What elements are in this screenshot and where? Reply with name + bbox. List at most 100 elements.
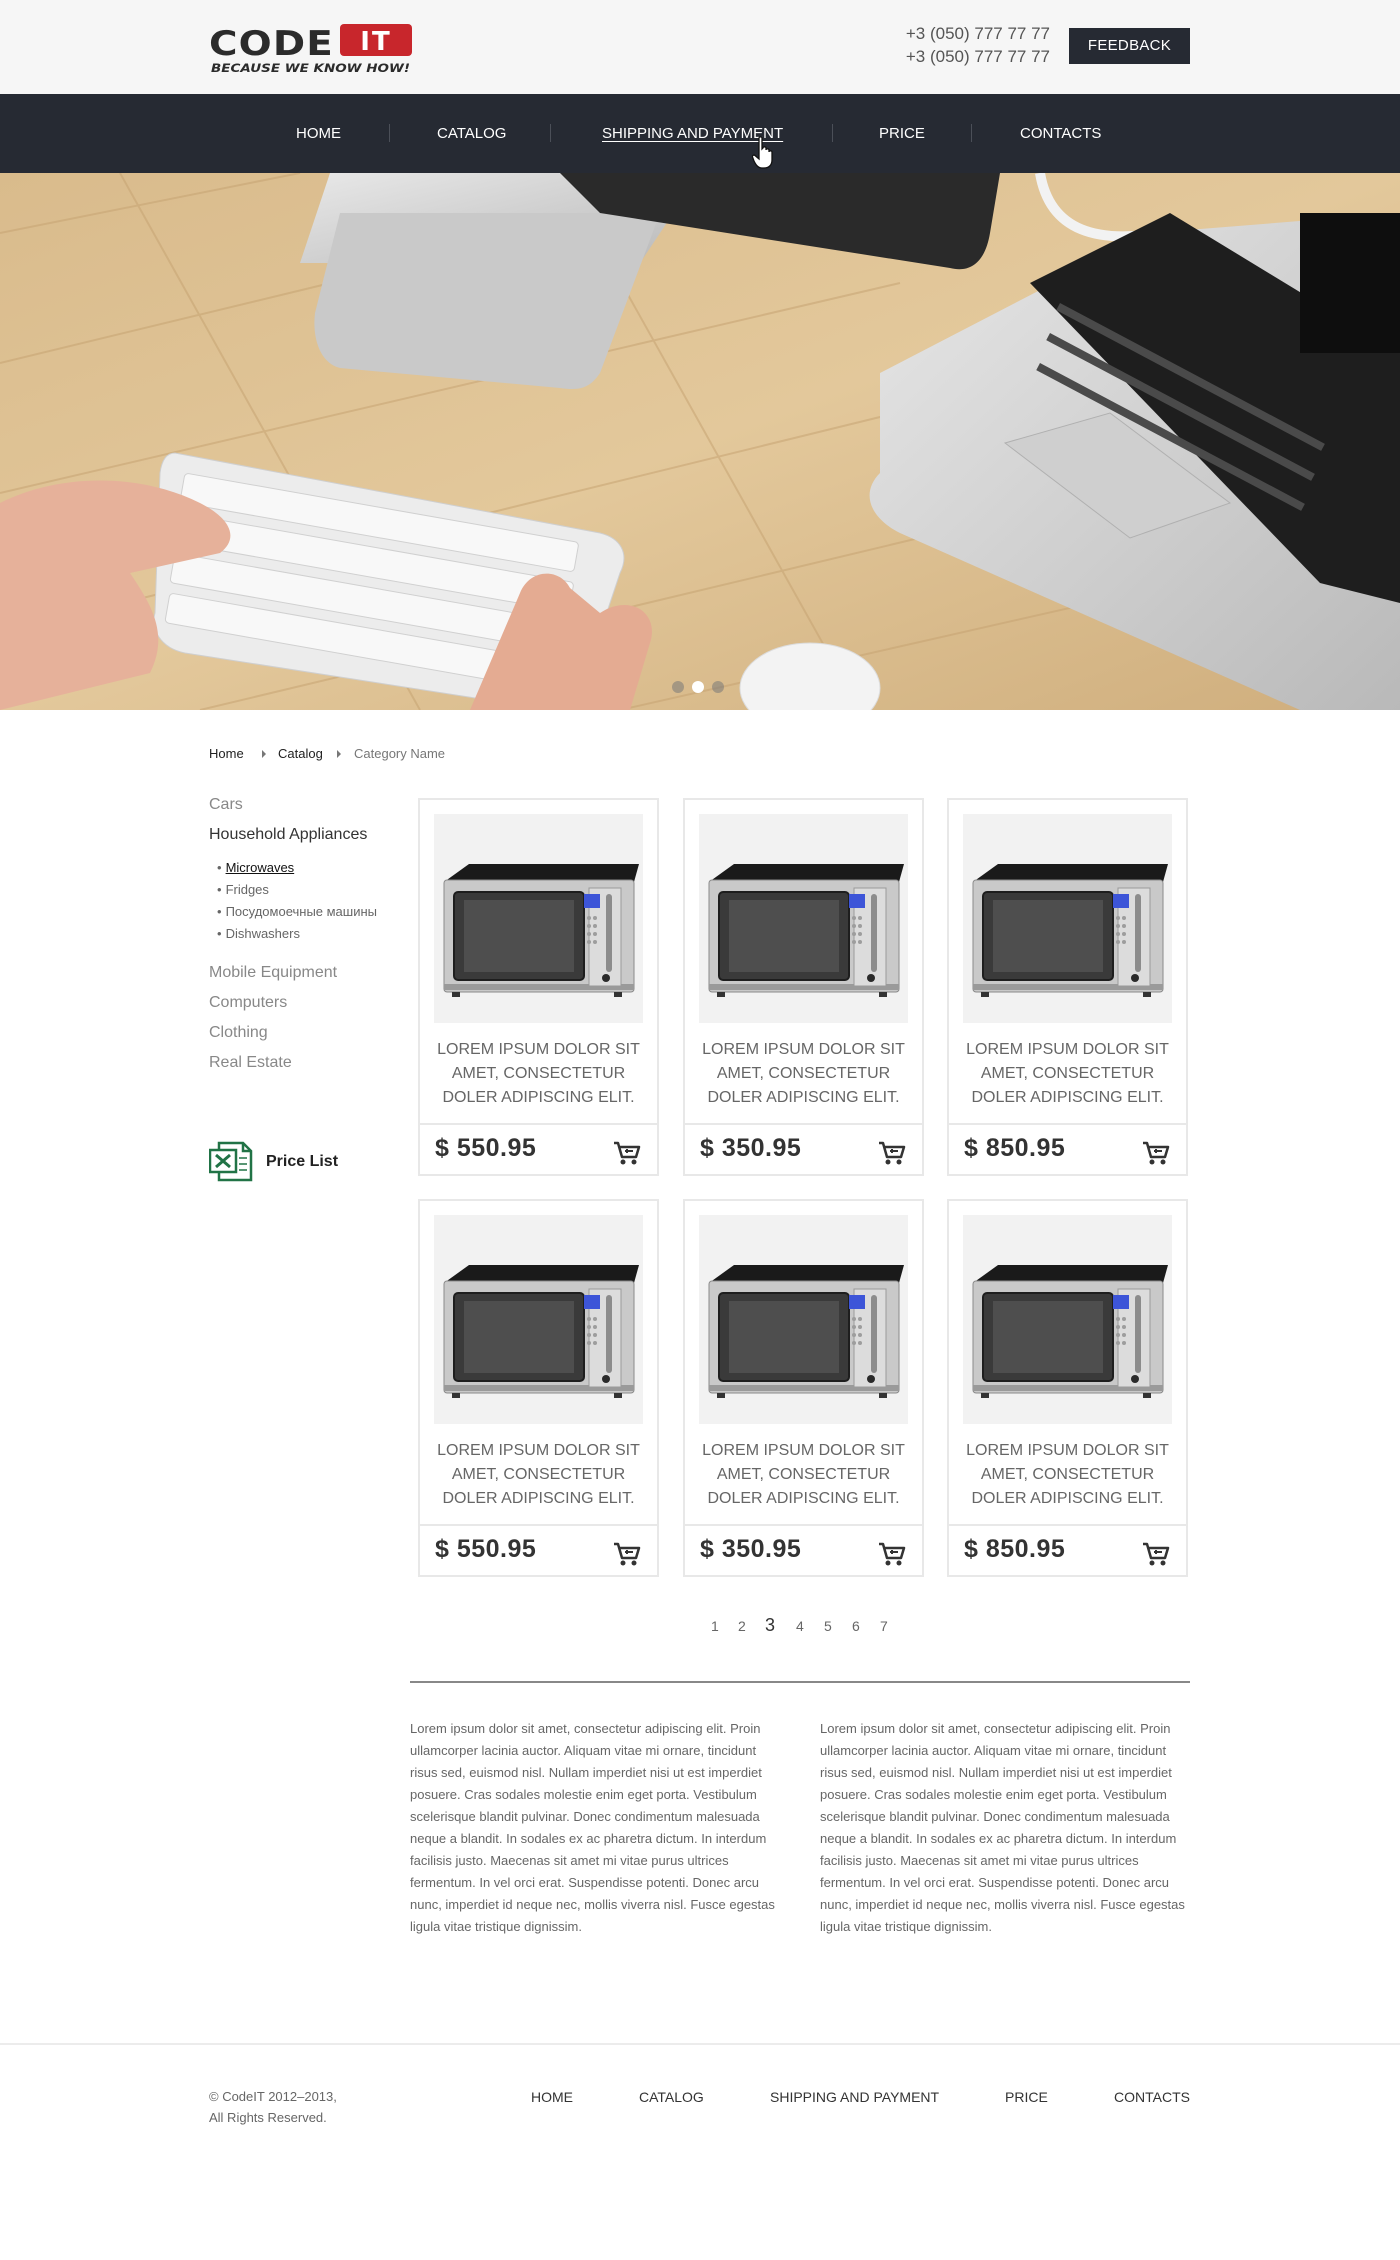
sidebar-item-clothing[interactable]: Clothing bbox=[209, 1024, 268, 1042]
subitem-label: Dishwashers bbox=[225, 926, 300, 941]
footer-nav-shipping-and-payment[interactable]: SHIPPING AND PAYMENT bbox=[770, 2089, 939, 2105]
product-image[interactable] bbox=[434, 814, 643, 1023]
add-to-cart-icon[interactable] bbox=[1142, 1140, 1170, 1166]
card-divider bbox=[685, 1524, 922, 1526]
product-card[interactable]: LOREM IPSUM DOLOR SIT AMET, CONSECTETUR … bbox=[683, 1199, 924, 1577]
product-card[interactable]: LOREM IPSUM DOLOR SIT AMET, CONSECTETUR … bbox=[947, 798, 1188, 1176]
product-card[interactable]: LOREM IPSUM DOLOR SIT AMET, CONSECTETUR … bbox=[683, 798, 924, 1176]
sidebar-subitem-dishwashing-machines[interactable]: • Посудомоечные машины bbox=[217, 904, 377, 919]
sidebar-item-computers[interactable]: Computers bbox=[209, 994, 287, 1012]
product-title[interactable]: LOREM IPSUM DOLOR SIT AMET, CONSECTETUR … bbox=[428, 1439, 649, 1511]
product-price: $ 850.95 bbox=[964, 1134, 1066, 1162]
slider-dot[interactable] bbox=[712, 681, 724, 693]
slider-dot[interactable] bbox=[672, 681, 684, 693]
add-to-cart-icon[interactable] bbox=[613, 1140, 641, 1166]
product-title[interactable]: LOREM IPSUM DOLOR SIT AMET, CONSECTETUR … bbox=[957, 1439, 1178, 1511]
logo[interactable]: CODE IT BECAUSE WE KNOW HOW! bbox=[209, 24, 414, 76]
subitem-label: Fridges bbox=[225, 882, 269, 897]
description-left: Lorem ipsum dolor sit amet, consectetur … bbox=[410, 1721, 775, 1934]
nav-divider bbox=[550, 124, 551, 142]
product-image[interactable] bbox=[963, 1215, 1172, 1424]
nav-item-contacts[interactable]: CONTACTS bbox=[1020, 94, 1101, 173]
page-link[interactable]: 7 bbox=[880, 1618, 888, 1634]
price-list-link[interactable]: Price List bbox=[209, 1140, 369, 1184]
description-right: Lorem ipsum dolor sit amet, consectetur … bbox=[820, 1721, 1185, 1934]
price-list-label: Price List bbox=[266, 1153, 339, 1170]
logo-tagline: BECAUSE WE KNOW HOW! bbox=[211, 61, 410, 75]
excel-file-icon bbox=[209, 1141, 253, 1182]
sidebar-subitem-microwaves[interactable]: • Microwaves bbox=[217, 860, 294, 875]
section-divider bbox=[410, 1681, 1190, 1683]
product-image[interactable] bbox=[434, 1215, 643, 1424]
logo-badge-text: IT bbox=[360, 27, 391, 57]
phone-number[interactable]: +3 (050) 777 77 77 bbox=[880, 45, 1050, 68]
hand-pointer-icon bbox=[752, 136, 773, 169]
page-link[interactable]: 4 bbox=[796, 1618, 804, 1634]
product-title[interactable]: LOREM IPSUM DOLOR SIT AMET, CONSECTETUR … bbox=[957, 1038, 1178, 1110]
sidebar-subitem-fridges[interactable]: • Fridges bbox=[217, 882, 269, 897]
add-to-cart-icon[interactable] bbox=[613, 1541, 641, 1567]
product-title[interactable]: LOREM IPSUM DOLOR SIT AMET, CONSECTETUR … bbox=[693, 1439, 914, 1511]
hero-slider[interactable] bbox=[0, 173, 1400, 710]
nav-divider bbox=[832, 124, 833, 142]
copyright-line: © CodeIT 2012–2013, bbox=[209, 2089, 337, 2104]
sidebar-item-cars[interactable]: Cars bbox=[209, 796, 243, 814]
sidebar-item-mobile-equipment[interactable]: Mobile Equipment bbox=[209, 964, 337, 982]
footer-nav-catalog[interactable]: CATALOG bbox=[639, 2089, 704, 2105]
subitem-label: Microwaves bbox=[225, 860, 295, 875]
footer-nav-home[interactable]: HOME bbox=[531, 2089, 573, 2105]
phone-numbers: +3 (050) 777 77 77 +3 (050) 777 77 77 bbox=[880, 22, 1050, 68]
page-link[interactable]: 6 bbox=[852, 1618, 860, 1634]
product-image[interactable] bbox=[699, 814, 908, 1023]
add-to-cart-icon[interactable] bbox=[878, 1541, 906, 1567]
nav-item-catalog[interactable]: CATALOG bbox=[437, 94, 506, 173]
slider-dots bbox=[672, 681, 732, 695]
copyright-line: All Rights Reserved. bbox=[209, 2110, 327, 2125]
breadcrumb-separator-icon bbox=[262, 750, 266, 758]
breadcrumb-home[interactable]: Home bbox=[209, 746, 244, 761]
product-price: $ 850.95 bbox=[964, 1535, 1066, 1563]
page-link-current: 3 bbox=[765, 1615, 776, 1635]
page-link[interactable]: 5 bbox=[824, 1618, 832, 1634]
logo-main-text: CODE bbox=[209, 24, 334, 64]
product-price: $ 350.95 bbox=[700, 1535, 802, 1563]
product-price: $ 550.95 bbox=[435, 1134, 537, 1162]
sidebar-subitem-dishwashers[interactable]: • Dishwashers bbox=[217, 926, 300, 941]
card-divider bbox=[420, 1123, 657, 1125]
nav-item-home[interactable]: HOME bbox=[296, 94, 341, 173]
product-image[interactable] bbox=[963, 814, 1172, 1023]
product-card[interactable]: LOREM IPSUM DOLOR SIT AMET, CONSECTETUR … bbox=[947, 1199, 1188, 1577]
product-title[interactable]: LOREM IPSUM DOLOR SIT AMET, CONSECTETUR … bbox=[428, 1038, 649, 1110]
subitem-label: Посудомоечные машины bbox=[225, 904, 378, 919]
add-to-cart-icon[interactable] bbox=[1142, 1541, 1170, 1567]
nav-item-price[interactable]: PRICE bbox=[879, 94, 925, 173]
card-divider bbox=[949, 1524, 1186, 1526]
copyright: © CodeIT 2012–2013, All Rights Reserved. bbox=[209, 2086, 337, 2128]
sidebar-item-household-appliances[interactable]: Household Appliances bbox=[209, 826, 367, 844]
card-divider bbox=[949, 1123, 1186, 1125]
nav-divider bbox=[389, 124, 390, 142]
nav-divider bbox=[971, 124, 972, 142]
product-price: $ 550.95 bbox=[435, 1535, 537, 1563]
page-link[interactable]: 1 bbox=[711, 1618, 719, 1634]
breadcrumb-catalog[interactable]: Catalog bbox=[278, 746, 323, 761]
breadcrumb-separator-icon bbox=[337, 750, 341, 758]
product-title[interactable]: LOREM IPSUM DOLOR SIT AMET, CONSECTETUR … bbox=[693, 1038, 914, 1110]
product-price: $ 350.95 bbox=[700, 1134, 802, 1162]
card-divider bbox=[685, 1123, 922, 1125]
footer-nav-price[interactable]: PRICE bbox=[1005, 2089, 1048, 2105]
page-link[interactable]: 2 bbox=[738, 1618, 746, 1634]
add-to-cart-icon[interactable] bbox=[878, 1140, 906, 1166]
footer-nav-contacts[interactable]: CONTACTS bbox=[1114, 2089, 1190, 2105]
sidebar-item-real-estate[interactable]: Real Estate bbox=[209, 1054, 292, 1072]
hero-image bbox=[0, 173, 1400, 710]
footer: © CodeIT 2012–2013, All Rights Reserved.… bbox=[0, 2043, 1400, 2260]
product-card[interactable]: LOREM IPSUM DOLOR SIT AMET, CONSECTETUR … bbox=[418, 798, 659, 1176]
feedback-button[interactable]: FEEDBACK bbox=[1069, 28, 1190, 64]
main-nav: HOME CATALOG SHIPPING AND PAYMENT PRICE … bbox=[0, 94, 1400, 173]
breadcrumb-current: Category Name bbox=[354, 746, 446, 761]
product-card[interactable]: LOREM IPSUM DOLOR SIT AMET, CONSECTETUR … bbox=[418, 1199, 659, 1577]
slider-dot-active[interactable] bbox=[692, 681, 704, 693]
phone-number[interactable]: +3 (050) 777 77 77 bbox=[880, 22, 1050, 45]
product-image[interactable] bbox=[699, 1215, 908, 1424]
